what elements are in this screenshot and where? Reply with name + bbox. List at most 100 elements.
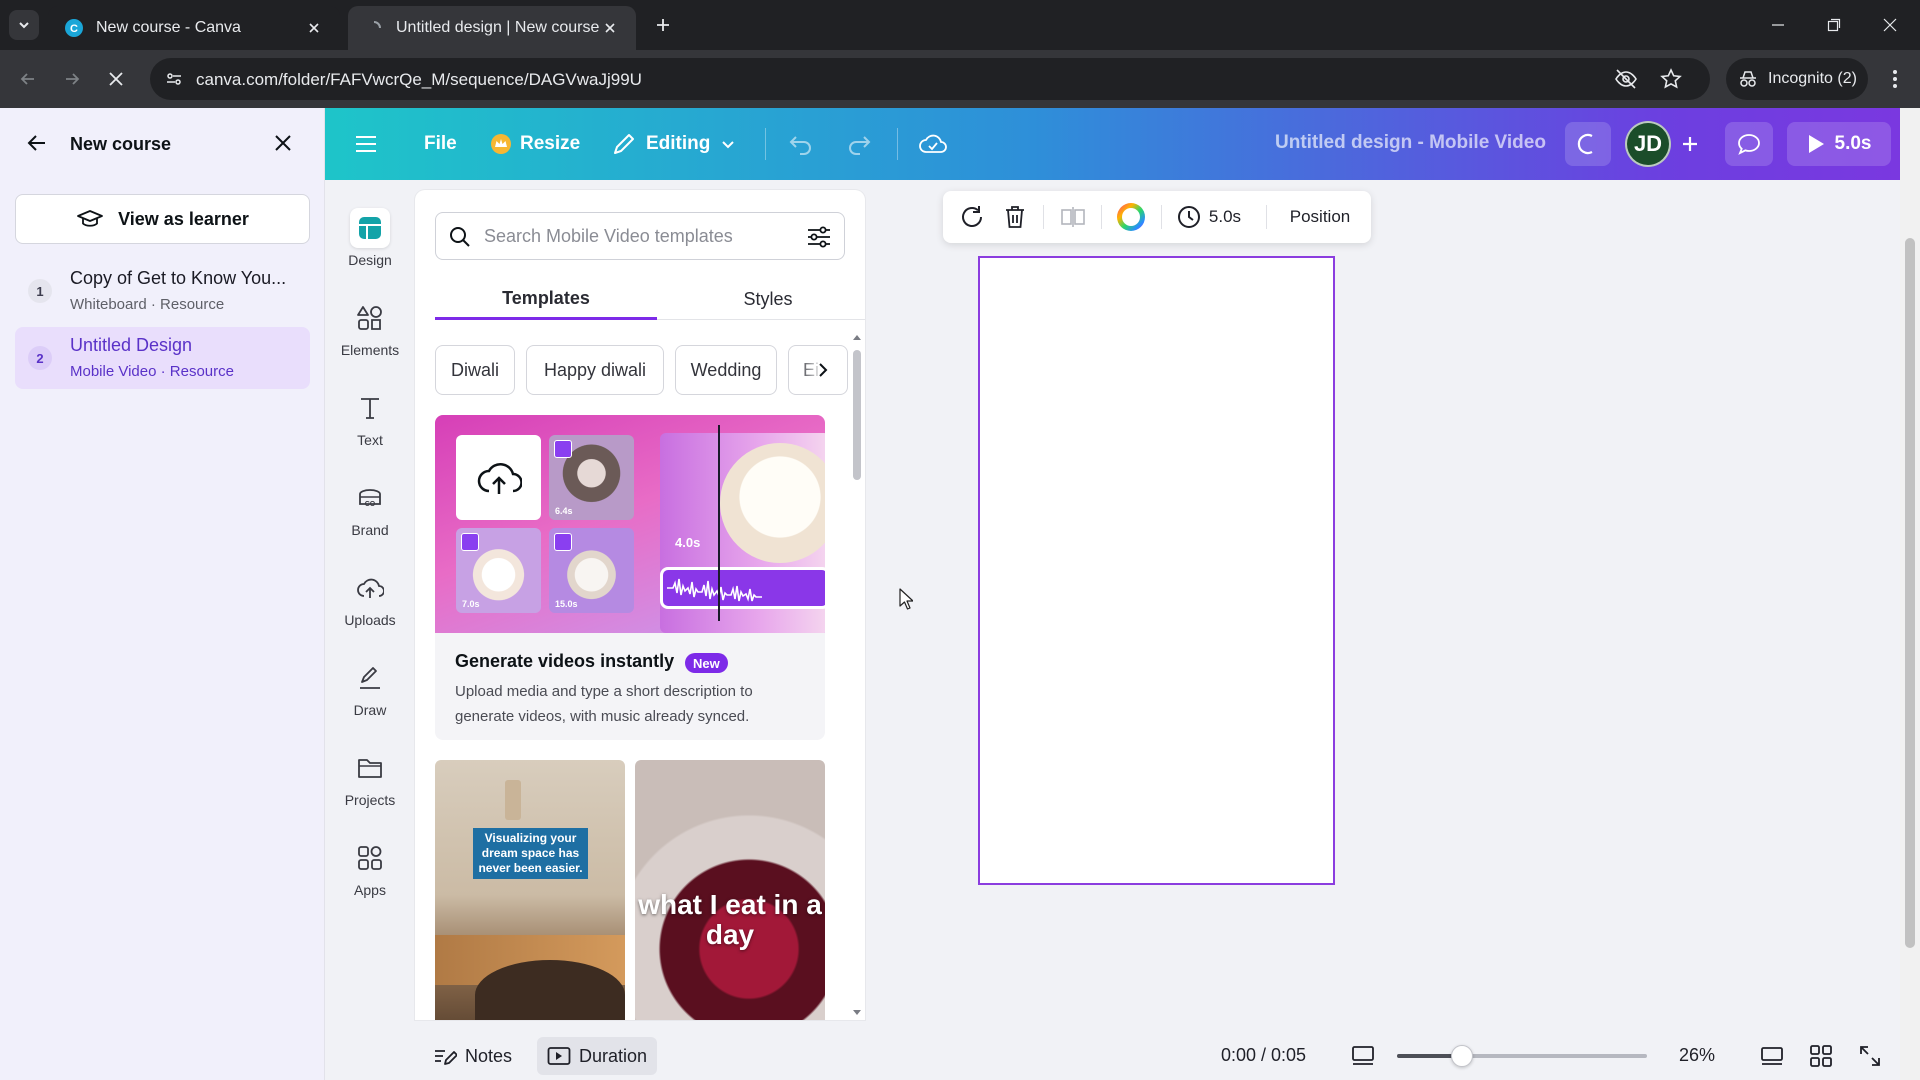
zoom-slider-handle[interactable] <box>1451 1045 1473 1067</box>
stop-loading-button[interactable] <box>100 63 132 95</box>
rail-item-elements[interactable]: Elements <box>325 290 415 370</box>
back-arrow-icon[interactable] <box>26 132 48 154</box>
panel-scrollbar-thumb[interactable] <box>853 350 861 480</box>
pages-view-button[interactable] <box>1760 1037 1792 1075</box>
page-view-button[interactable] <box>1351 1037 1383 1075</box>
template-thumbnail[interactable]: what I eat in a day <box>635 760 825 1020</box>
course-title: New course <box>70 134 172 154</box>
upload-cloud-icon <box>456 435 541 520</box>
browser-menu-button[interactable] <box>1880 63 1910 95</box>
rail-item-apps[interactable]: Apps <box>325 830 415 910</box>
chip-happy-diwali[interactable]: Happy diwali <box>526 345 664 395</box>
tab-styles[interactable]: Styles <box>657 280 865 320</box>
invite-button[interactable] <box>1680 108 1708 180</box>
browser-tab-untitled-design[interactable]: Untitled design | New course <box>348 6 636 50</box>
lamp-shape <box>505 780 521 820</box>
filter-sliders-icon[interactable] <box>806 225 832 249</box>
rail-item-brand[interactable]: CO Brand <box>325 470 415 550</box>
dog-face <box>720 443 825 563</box>
editor-header: File Resize Editing Untitled design - Mo… <box>325 108 1900 180</box>
text-icon <box>350 388 390 428</box>
clip-duration: 4.0s <box>675 535 701 550</box>
close-tab-icon[interactable] <box>304 18 324 38</box>
color-button[interactable] <box>1109 191 1153 243</box>
tab-templates[interactable]: Templates <box>435 280 657 320</box>
plus-icon <box>1683 137 1697 151</box>
page-scrollbar[interactable] <box>1900 108 1920 1080</box>
duration-label: Duration <box>579 1045 648 1066</box>
page-context-toolbar: 5.0s Position <box>943 191 1371 243</box>
course-item-selected[interactable]: 2 Untitled Design Mobile Video · Resourc… <box>15 327 310 389</box>
undo-button[interactable] <box>788 108 822 180</box>
color-wheel-icon <box>1117 203 1145 231</box>
close-icon[interactable] <box>272 132 294 154</box>
rail-item-design[interactable]: Design <box>325 200 415 280</box>
chevron-down-icon <box>19 22 29 29</box>
play-button[interactable]: 5.0s <box>1787 122 1891 166</box>
duration-button[interactable]: 5.0s <box>1169 191 1249 243</box>
view-as-learner-label: View as learner <box>118 208 249 229</box>
generate-videos-card[interactable]: 6.4s 7.0s 15.0s 4.0s Generate videos ins… <box>435 415 825 740</box>
notes-button[interactable]: Notes <box>433 1037 512 1075</box>
close-icon <box>109 72 123 86</box>
rail-item-text[interactable]: Text <box>325 380 415 460</box>
rail-label: Uploads <box>344 612 396 628</box>
course-header: New course <box>0 108 325 180</box>
rail-item-draw[interactable]: Draw <box>325 650 415 730</box>
fullscreen-button[interactable] <box>1858 1037 1890 1075</box>
tab-search-button[interactable] <box>9 10 39 40</box>
comments-button[interactable] <box>1725 122 1773 166</box>
chevron-right-icon <box>819 363 828 377</box>
incognito-indicator[interactable]: Incognito (2) <box>1726 58 1868 100</box>
search-icon <box>448 225 472 249</box>
editor-bottom-bar: Notes Duration 0:00 / 0:05 26% <box>415 1030 1900 1080</box>
resize-label: Resize <box>520 133 581 154</box>
template-search-box[interactable] <box>435 212 845 260</box>
save-status-button[interactable] <box>918 108 956 180</box>
rail-item-projects[interactable]: Projects <box>325 740 415 820</box>
svg-text:C: C <box>70 23 78 35</box>
redo-button[interactable] <box>846 108 880 180</box>
course-item[interactable]: 1 Copy of Get to Know You... Whiteboard … <box>15 260 310 322</box>
site-settings-icon[interactable] <box>160 65 188 93</box>
regenerate-button[interactable] <box>953 191 993 243</box>
url-text: canva.com/folder/FAFVwcrQe_M/sequence/DA… <box>196 70 642 89</box>
resize-button[interactable]: Resize <box>490 108 580 180</box>
chip-wedding[interactable]: Wedding <box>675 345 777 395</box>
page-scrollbar-thumb[interactable] <box>1905 238 1915 948</box>
forward-button[interactable] <box>56 63 88 95</box>
back-button[interactable] <box>12 63 44 95</box>
file-menu-button[interactable]: File <box>424 108 457 180</box>
restore-button[interactable] <box>1806 0 1862 50</box>
eye-off-icon[interactable] <box>1614 68 1638 90</box>
duration-toggle-button[interactable]: Duration <box>537 1037 658 1075</box>
incognito-icon <box>1740 71 1756 87</box>
position-button[interactable]: Position <box>1275 191 1365 243</box>
rail-item-uploads[interactable]: Uploads <box>325 560 415 640</box>
dog-photo: 15.0s <box>549 528 634 613</box>
delete-button[interactable] <box>995 191 1035 243</box>
editing-mode-button[interactable]: Editing <box>612 108 744 180</box>
divider <box>1101 205 1102 229</box>
chevron-down-icon <box>722 141 735 149</box>
main-menu-button[interactable] <box>355 108 385 180</box>
search-input[interactable] <box>484 221 784 251</box>
user-avatar[interactable]: JD <box>1625 121 1671 167</box>
design-page[interactable] <box>978 256 1335 885</box>
design-title[interactable]: Untitled design - Mobile Video <box>1275 132 1546 154</box>
close-window-button[interactable] <box>1862 0 1918 50</box>
zoom-percentage[interactable]: 26% <box>1679 1045 1715 1066</box>
template-thumbnail[interactable]: Visualizing your dream space has never b… <box>435 760 625 1020</box>
minimize-button[interactable] <box>1750 0 1806 50</box>
split-page-button[interactable] <box>1053 191 1093 243</box>
bookmark-star-icon[interactable] <box>1660 68 1682 90</box>
close-tab-icon[interactable] <box>600 18 620 38</box>
grid-view-button[interactable] <box>1809 1037 1841 1075</box>
new-tab-button[interactable] <box>650 12 676 38</box>
trash-icon <box>1006 206 1024 228</box>
browser-tab-new-course[interactable]: C New course - Canva <box>48 6 340 50</box>
chip-diwali[interactable]: Diwali <box>435 345 515 395</box>
chips-next-button[interactable] <box>803 350 843 390</box>
address-bar[interactable]: canva.com/folder/FAFVwcrQe_M/sequence/DA… <box>150 58 1710 100</box>
view-as-learner-button[interactable]: View as learner <box>15 194 310 244</box>
